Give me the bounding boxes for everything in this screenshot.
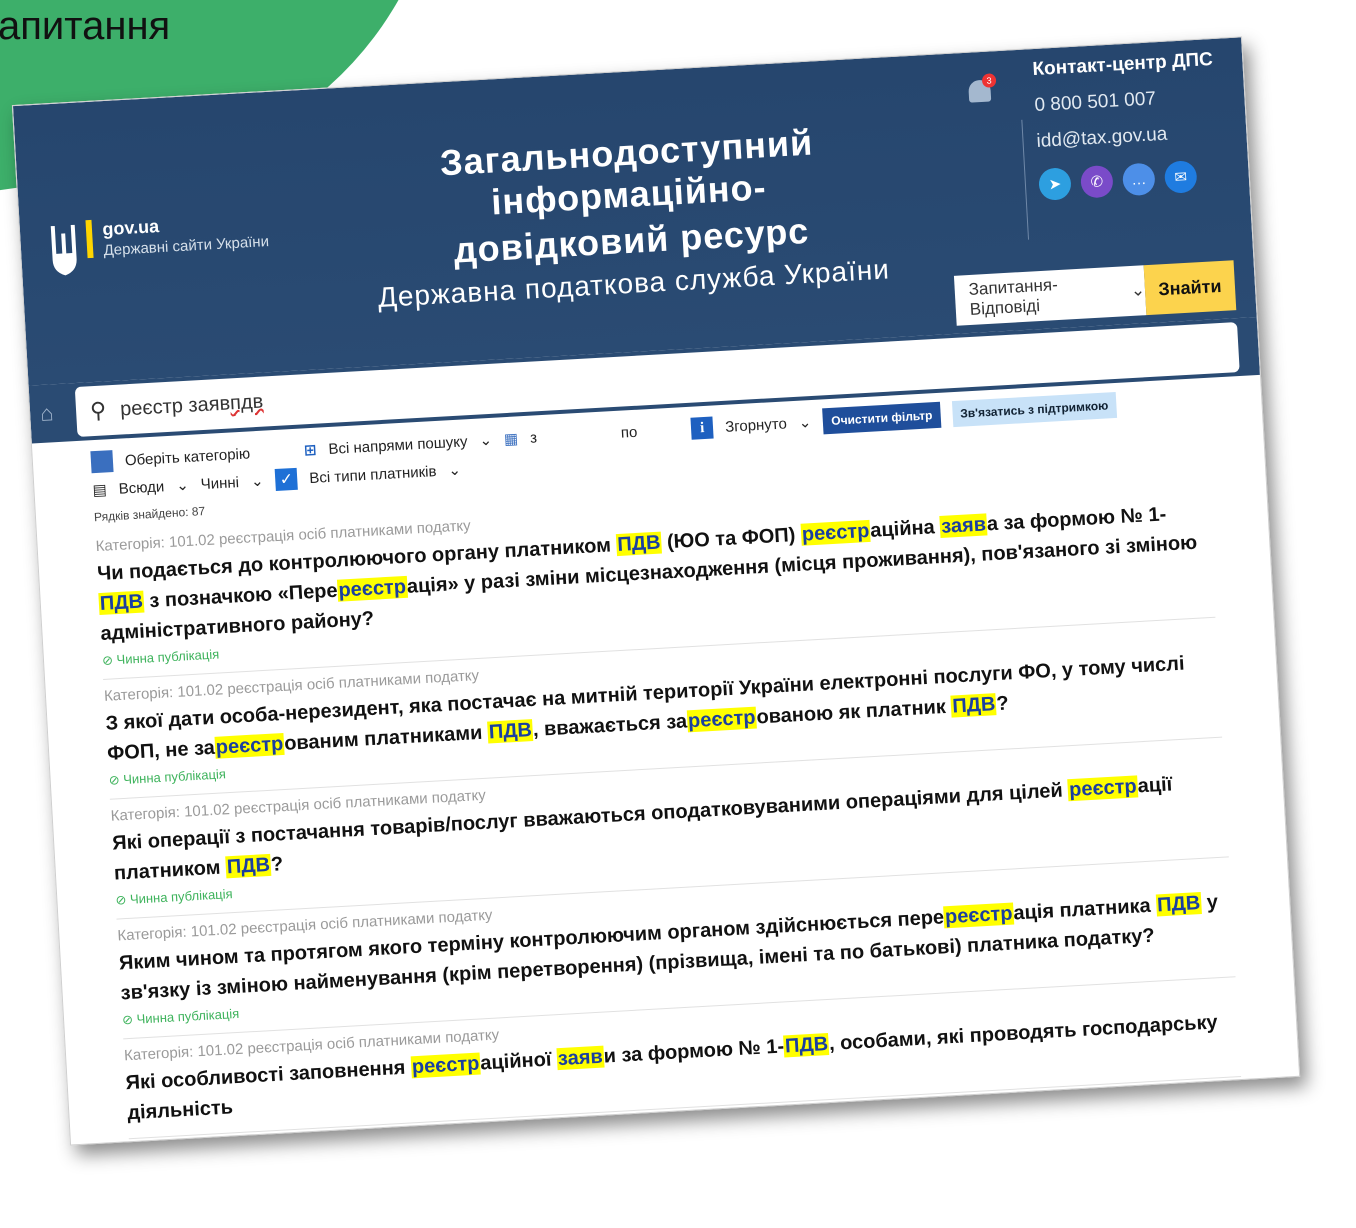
search-button[interactable]: Знайти <box>1143 260 1237 316</box>
search-highlight: ПДВ <box>98 590 145 616</box>
website-page: gov.ua Державні сайти України Загальнодо… <box>11 36 1301 1146</box>
search-highlight: реєстр <box>410 1052 481 1079</box>
payer-types-checkbox[interactable]: ✓ <box>274 467 299 491</box>
date-to-label: по <box>620 423 638 442</box>
question-text: (ЮО та ФОП) <box>660 523 802 554</box>
search-highlight: заяв <box>939 513 988 538</box>
bell-icon[interactable]: 3 <box>968 73 997 103</box>
search-highlight: реєстр <box>336 575 408 602</box>
question-text: ованою як платник <box>755 695 952 729</box>
contact-block: Контакт-центр ДПС 0 800 501 007 idd@tax.… <box>1021 49 1230 240</box>
category-select[interactable]: Оберіть категорію <box>124 445 250 469</box>
question-text: ація платника <box>1012 894 1157 925</box>
search-query-spellcheck: пдв <box>229 390 264 414</box>
trident-icon <box>50 224 77 276</box>
site-title: Загальнодоступний інформаційно- довідков… <box>316 115 944 317</box>
scope-select[interactable]: Всюди <box>118 478 164 498</box>
info-icon[interactable]: i <box>690 416 714 440</box>
search-highlight: ПДВ <box>487 719 534 744</box>
telegram-icon[interactable]: ➤ <box>1038 167 1072 201</box>
phone-link[interactable]: 0 800 501 007 <box>1034 84 1225 117</box>
question-text: а за формою № 1- <box>986 503 1167 536</box>
search-highlight: реєстр <box>800 519 871 546</box>
category-icon <box>90 450 114 474</box>
directions-icon: ⊞ <box>303 441 318 460</box>
results-list: Категорія: 101.02 реєстрація осіб платни… <box>37 465 1299 1143</box>
question-text: аційної <box>479 1048 558 1075</box>
search-highlight: реєстр <box>686 706 758 733</box>
mail-icon[interactable]: ✉ <box>1163 160 1198 194</box>
home-icon[interactable]: ⌂ <box>39 400 66 427</box>
slide-title: апитання <box>0 4 171 48</box>
flag-bar <box>85 219 94 259</box>
messenger-icon[interactable]: … <box>1121 162 1156 197</box>
search-highlight: ПДВ <box>615 531 663 557</box>
search-type-label: Запитання-Відповіді <box>968 275 1059 319</box>
search-type-select[interactable]: Запитання-Відповіді ⌄ <box>953 265 1147 326</box>
question-text: аційна <box>869 515 941 542</box>
view-mode-select[interactable]: Згорнуто <box>725 415 788 435</box>
search-highlight: реєстр <box>1067 775 1139 802</box>
gov-logo[interactable]: gov.ua Державні сайти України <box>85 210 269 260</box>
search-query: реєстр заяв <box>119 391 231 421</box>
viber-icon[interactable]: ✆ <box>1080 164 1114 199</box>
search-highlight: ПДВ <box>950 693 997 718</box>
search-highlight: заяв <box>556 1045 605 1071</box>
date-from-input[interactable] <box>549 433 609 436</box>
notification-badge: 3 <box>981 73 997 88</box>
email-link[interactable]: idd@tax.gov.ua <box>1036 120 1227 153</box>
question-text: ? <box>270 853 284 876</box>
question-text: з позначкою «Пере <box>143 579 339 613</box>
date-to-input[interactable] <box>649 429 679 431</box>
payer-types-select[interactable]: Всі типи платників <box>309 463 437 487</box>
contact-title: Контакт-центр ДПС <box>1031 49 1214 81</box>
divider <box>1021 119 1030 240</box>
document-icon: ▤ <box>92 481 108 500</box>
search-highlight: ПДВ <box>783 1033 830 1058</box>
question-text: , вважається за <box>532 710 688 742</box>
search-icon: ⚲ <box>89 397 107 424</box>
state-select[interactable]: Чинні <box>200 474 239 493</box>
screenshot-frame: gov.ua Державні сайти України Загальнодо… <box>11 36 1301 1146</box>
date-from-label: з <box>529 428 538 447</box>
question-text: ? <box>995 692 1010 716</box>
search-highlight: ПДВ <box>1155 892 1202 917</box>
calendar-icon[interactable]: ▦ <box>503 429 519 448</box>
directions-select[interactable]: Всі напрями пошуку <box>328 433 468 458</box>
search-highlight: ПДВ <box>225 853 272 879</box>
search-highlight: реєстр <box>214 732 285 759</box>
question-text: Які особливості заповнення <box>125 1056 412 1095</box>
question-text: и за формою № 1- <box>603 1035 785 1068</box>
search-highlight: реєстр <box>943 902 1015 929</box>
social-links: ➤ ✆ … ✉ <box>1038 158 1229 201</box>
question-text: ованим платниками <box>283 721 489 755</box>
